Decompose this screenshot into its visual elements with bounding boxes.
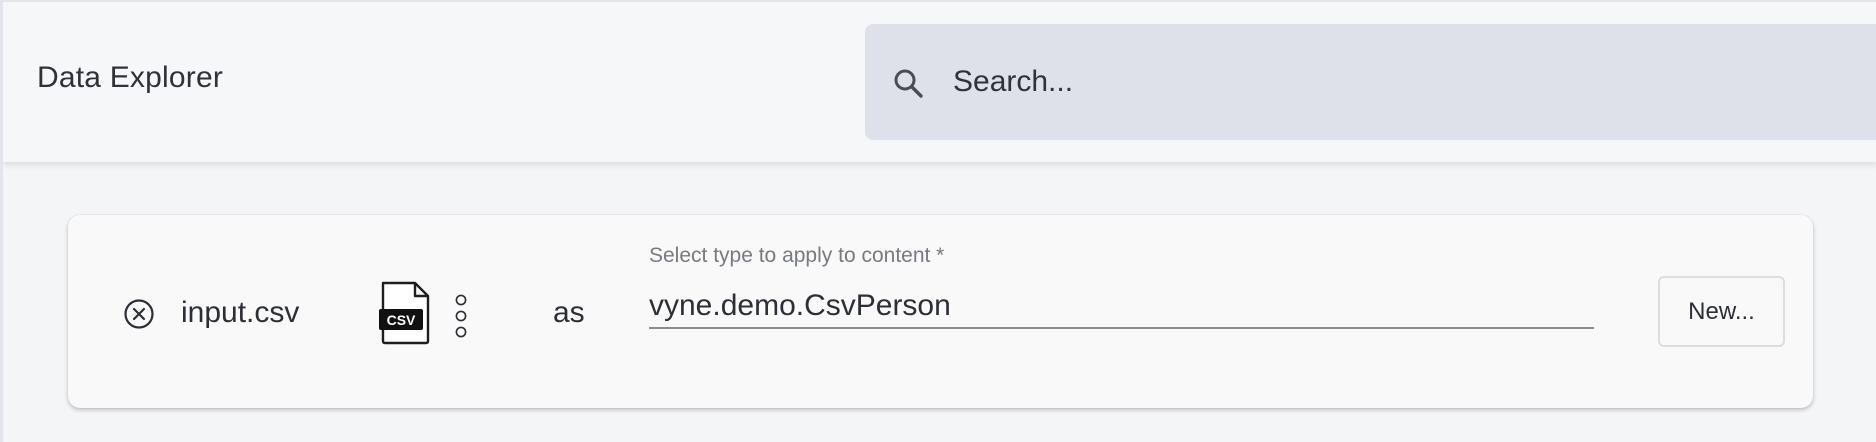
type-select-label: Select type to apply to content *: [649, 244, 945, 267]
file-name: input.csv: [181, 296, 300, 329]
type-select-field: Select type to apply to content *: [649, 243, 1594, 335]
file-import-card: input.csv CSV as Select type to apply to…: [68, 215, 1813, 408]
search-box[interactable]: [865, 24, 1876, 140]
as-label: as: [553, 296, 585, 329]
csv-file-icon: CSV: [379, 281, 430, 345]
more-vertical-icon[interactable]: [454, 293, 468, 339]
new-type-button[interactable]: New...: [1658, 276, 1785, 347]
type-select-input[interactable]: [649, 285, 1594, 329]
app-title: Data Explorer: [37, 61, 224, 94]
app-frame: Data Explorer input.csv CSV: [0, 0, 1876, 442]
main-content: input.csv CSV as Select type to apply to…: [3, 162, 1876, 442]
search-icon: [894, 69, 923, 98]
search-input[interactable]: [953, 54, 1833, 110]
csv-file-icon-label: CSV: [387, 312, 416, 328]
close-circle-icon[interactable]: [123, 298, 155, 330]
top-bar: Data Explorer: [3, 2, 1876, 162]
